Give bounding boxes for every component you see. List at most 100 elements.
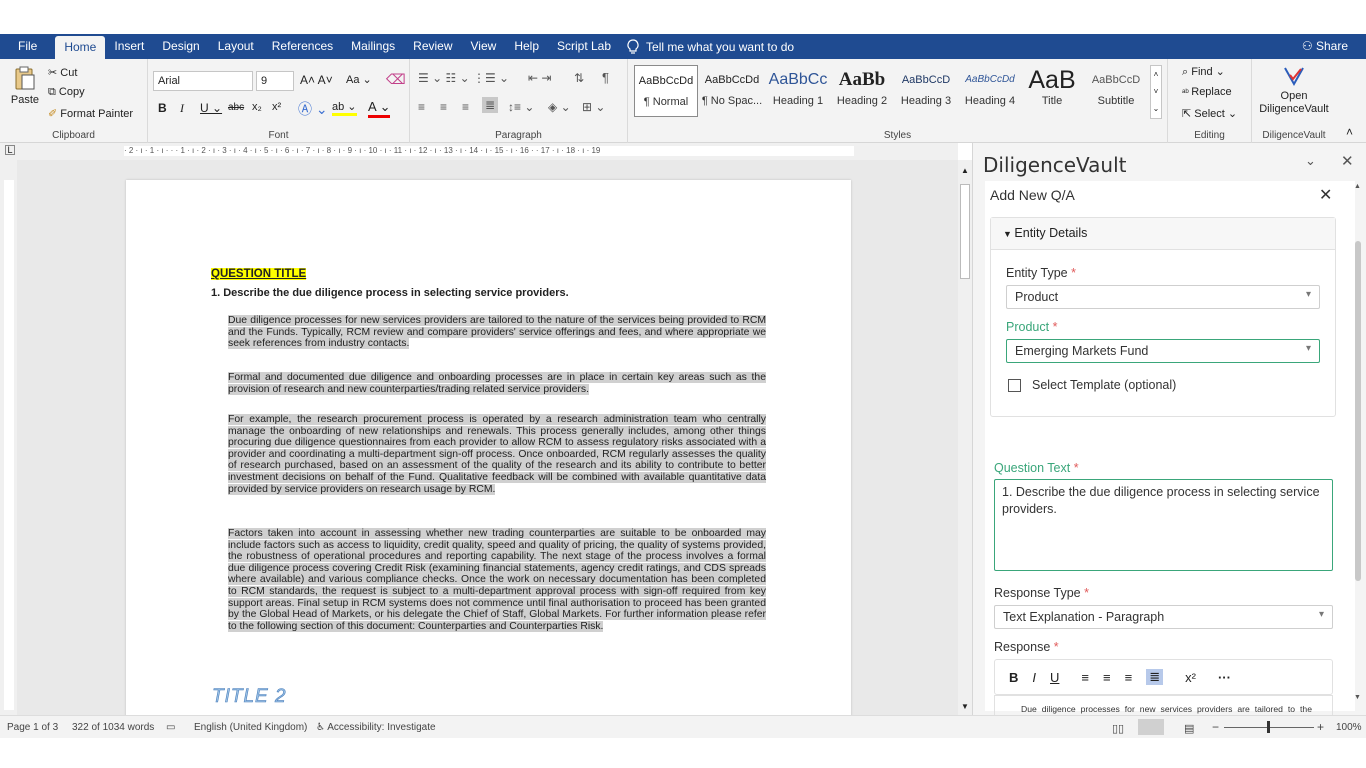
read-mode-icon[interactable]: ▯▯ — [1112, 722, 1124, 735]
italic-button[interactable]: I — [180, 101, 184, 116]
strikethrough-button[interactable]: abc — [228, 102, 244, 113]
entity-details-header[interactable]: ▼ Entity Details — [991, 218, 1335, 250]
select-template-checkbox[interactable] — [1008, 379, 1021, 392]
product-select[interactable]: Emerging Markets Fund ▾ — [1006, 339, 1320, 363]
rte-more-icon[interactable]: ··· — [1218, 670, 1231, 685]
scroll-up-icon[interactable]: ▲ — [961, 166, 969, 175]
indent-icon[interactable]: ⇤ ⇥ — [528, 71, 551, 85]
zoom-in-icon[interactable]: + — [1317, 720, 1324, 734]
page-count[interactable]: Page 1 of 3 — [7, 722, 58, 733]
accessibility-status[interactable]: ♿ Accessibility: Investigate — [316, 722, 436, 733]
rte-italic-button[interactable]: I — [1032, 670, 1036, 685]
scroll-down-icon[interactable]: ▼ — [961, 702, 969, 711]
tab-layout[interactable]: Layout — [209, 34, 263, 59]
underline-button[interactable]: U ⌄ — [200, 101, 222, 115]
style-subtitle[interactable]: AaBbCcD Subtitle — [1084, 65, 1148, 117]
tab-references[interactable]: References — [263, 34, 342, 59]
align-left-icon[interactable]: ≡ — [418, 100, 425, 114]
bold-button[interactable]: B — [158, 101, 167, 115]
question-text-field[interactable]: 1. Describe the due diligence process in… — [994, 479, 1333, 571]
pane-close-icon[interactable]: ✕ — [1341, 152, 1354, 170]
align-center-icon[interactable]: ≡ — [440, 100, 447, 114]
style-normal[interactable]: AaBbCcDd ¶ Normal — [634, 65, 698, 117]
cut-button[interactable]: ✂ Cut — [48, 66, 77, 79]
highlight-icon[interactable]: ab ⌄ — [332, 100, 357, 116]
tab-design[interactable]: Design — [153, 34, 208, 59]
tab-selector[interactable]: L — [5, 145, 15, 155]
pane-scrollbar-thumb[interactable] — [1355, 241, 1361, 581]
style-no-spacing[interactable]: AaBbCcDd ¶ No Spac... — [700, 65, 764, 117]
rte-align-right-icon[interactable]: ≡ — [1125, 670, 1133, 685]
rte-superscript-button[interactable]: x² — [1185, 670, 1196, 685]
font-size-select[interactable]: 9 — [256, 71, 294, 91]
pane-scroll-down-icon[interactable]: ▼ — [1354, 694, 1361, 701]
share-button[interactable]: ⚇ Share — [1302, 34, 1348, 59]
sort-icon[interactable]: ⇅ — [574, 71, 584, 85]
change-case-button[interactable]: Aa ⌄ — [346, 73, 372, 86]
document-scrollbar[interactable]: ▲ ▼ — [958, 160, 972, 715]
rte-align-center-icon[interactable]: ≡ — [1103, 670, 1111, 685]
pane-scroll-up-icon[interactable]: ▲ — [1354, 183, 1361, 190]
language[interactable]: English (United Kingdom) — [194, 722, 307, 733]
bullets-icon[interactable]: ☰ ⌄ ☷ ⌄ ⋮☰ ⌄ — [418, 71, 509, 85]
response-type-select[interactable]: Text Explanation - Paragraph ▾ — [994, 605, 1333, 629]
style-heading-2[interactable]: AaBb Heading 2 — [830, 65, 894, 117]
font-name-select[interactable]: Arial — [153, 71, 253, 91]
tab-home[interactable]: Home — [55, 36, 106, 59]
copy-button[interactable]: ⧉ Copy — [48, 86, 85, 99]
font-color-icon[interactable]: A ⌄ — [368, 99, 391, 118]
tab-file[interactable]: File — [0, 34, 55, 59]
tell-me-search[interactable]: Tell me what you want to do — [620, 38, 794, 55]
pane-scrollbar[interactable]: ▲ ▼ — [1353, 181, 1363, 709]
superscript-button[interactable]: x² — [272, 101, 281, 113]
form-close-icon[interactable]: ✕ — [1319, 185, 1332, 205]
shading-icon[interactable]: ◈ ⌄ — [548, 100, 571, 114]
find-button[interactable]: ⌕ Find ⌄ — [1182, 65, 1225, 79]
replace-button[interactable]: ᵃᵇ Replace — [1182, 86, 1232, 98]
rte-justify-icon[interactable]: ≣ — [1146, 669, 1164, 685]
rte-bold-button[interactable]: B — [1009, 670, 1018, 685]
align-right-icon[interactable]: ≡ — [462, 100, 469, 114]
pane-options-chevron-icon[interactable]: ⌄ — [1305, 153, 1316, 169]
document-area[interactable]: QUESTION TITLE 1. Describe the due dilig… — [17, 160, 958, 715]
rte-underline-button[interactable]: U — [1050, 670, 1059, 685]
tab-review[interactable]: Review — [404, 34, 461, 59]
print-layout-icon[interactable] — [1138, 719, 1164, 735]
scrollbar-thumb[interactable] — [960, 184, 970, 279]
pilcrow-icon[interactable]: ¶ — [602, 70, 609, 85]
grow-font-icon[interactable]: A˄ A˅ — [300, 73, 333, 87]
rte-align-left-icon[interactable]: ≡ — [1081, 670, 1089, 685]
word-count[interactable]: 322 of 1034 words — [72, 722, 154, 733]
collapse-ribbon-icon[interactable]: ˄ — [1346, 125, 1353, 139]
borders-icon[interactable]: ⊞ ⌄ — [582, 100, 605, 114]
select-label: Select — [1194, 108, 1225, 120]
diligencevault-group-label: DiligenceVault — [1262, 130, 1326, 141]
text-effects-icon[interactable]: Ⓐ ⌄ — [298, 99, 328, 119]
justify-icon[interactable]: ≣ — [482, 97, 499, 113]
zoom-level[interactable]: 100% — [1336, 722, 1362, 733]
line-spacing-icon[interactable]: ↕≡ ⌄ — [508, 100, 534, 114]
style-heading-3[interactable]: AaBbCcD Heading 3 — [894, 65, 958, 117]
paste-button[interactable]: Paste — [10, 65, 40, 106]
tab-mailings[interactable]: Mailings — [342, 34, 404, 59]
entity-type-select[interactable]: Product ▾ — [1006, 285, 1320, 309]
select-button[interactable]: ⇱ Select ⌄ — [1182, 107, 1237, 120]
format-painter-button[interactable]: ✐ Format Painter — [48, 107, 133, 120]
proofing-icon[interactable]: ▭ — [166, 722, 175, 733]
tab-view[interactable]: View — [462, 34, 506, 59]
style-heading-4[interactable]: AaBbCcDd Heading 4 — [958, 65, 1022, 117]
open-diligencevault-button[interactable]: Open DiligenceVault — [1252, 65, 1336, 116]
styles-gallery-scroll[interactable]: ˄ ˅ ⌄ — [1150, 65, 1162, 119]
clear-formatting-icon[interactable]: ⌫ — [386, 71, 406, 88]
style-heading-1[interactable]: AaBbCc Heading 1 — [766, 65, 830, 117]
style-title[interactable]: AaB Title — [1020, 65, 1084, 117]
zoom-out-icon[interactable]: − — [1212, 720, 1219, 734]
document-page[interactable]: QUESTION TITLE 1. Describe the due dilig… — [126, 180, 851, 715]
tab-script-lab[interactable]: Script Lab — [548, 34, 620, 59]
tab-help[interactable]: Help — [505, 34, 548, 59]
tab-insert[interactable]: Insert — [105, 34, 153, 59]
zoom-slider-thumb[interactable] — [1267, 721, 1270, 733]
web-layout-icon[interactable]: ▤ — [1184, 722, 1194, 735]
style-sample: AaBbCcDd — [704, 74, 760, 86]
subscript-button[interactable]: x₂ — [252, 101, 262, 113]
